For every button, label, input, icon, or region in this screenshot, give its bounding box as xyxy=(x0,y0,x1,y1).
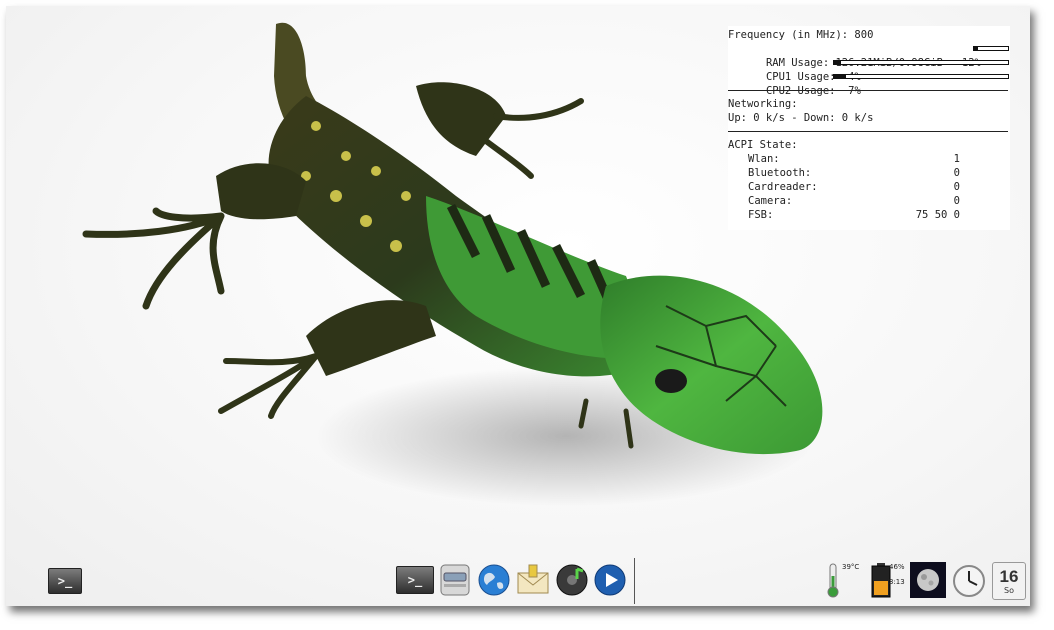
frequency-readout: Frequency (in MHz): 800 xyxy=(728,29,874,41)
acpi-row: Camera: 0 xyxy=(728,194,1010,208)
battery-applet[interactable]: 46% 3:13 xyxy=(870,562,908,600)
battery-percent-label: 46% xyxy=(889,563,905,571)
bottom-panel: >_ >_ 39°C 46% 3:13 16 So xyxy=(6,558,1030,606)
acpi-row: FSB: 75 50 0 xyxy=(728,208,1010,222)
acpi-label: FSB: xyxy=(748,209,774,221)
file-manager-launcher[interactable] xyxy=(438,562,472,598)
acpi-value: 1 xyxy=(953,153,960,165)
music-icon xyxy=(556,564,588,596)
drive-icon xyxy=(440,564,470,596)
terminal-taskbar-button[interactable]: >_ xyxy=(48,568,82,594)
acpi-row: Cardreader: 0 xyxy=(728,180,1010,194)
thermometer-icon xyxy=(827,563,839,598)
acpi-title: ACPI State: xyxy=(728,139,798,151)
cpu1-usage-row: CPU1 Usage: 4% xyxy=(728,56,1010,83)
battery-time-label: 3:13 xyxy=(889,578,905,586)
networking-readout: Up: 0 k/s - Down: 0 k/s xyxy=(728,112,874,124)
terminal-icon: >_ xyxy=(57,574,73,588)
calendar-day: 16 xyxy=(999,566,1019,586)
clock-applet[interactable] xyxy=(950,562,988,600)
divider xyxy=(728,131,1008,132)
cpu2-usage-bar xyxy=(833,74,1009,79)
play-icon xyxy=(594,564,626,596)
acpi-label: Bluetooth: xyxy=(748,167,812,179)
mail-launcher[interactable] xyxy=(514,562,552,598)
cpu2-usage-row: CPU2 Usage: 7% xyxy=(728,70,1010,97)
acpi-value: 0 xyxy=(953,167,960,179)
acpi-row: Wlan: 1 xyxy=(728,152,1010,166)
music-player-launcher[interactable] xyxy=(554,562,590,598)
acpi-value: 0 xyxy=(953,181,960,193)
moon-icon xyxy=(917,569,939,591)
ram-usage-bar xyxy=(973,46,1009,51)
panel-separator xyxy=(634,558,635,604)
cpu1-usage-bar xyxy=(833,60,1009,65)
acpi-label: Camera: xyxy=(748,195,793,207)
acpi-value: 0 xyxy=(953,195,960,207)
terminal-icon: >_ xyxy=(407,573,423,587)
conky-system-monitor: Frequency (in MHz): 800 RAM Usage: 126.2… xyxy=(728,26,1010,230)
temperature-applet[interactable]: 39°C xyxy=(826,562,866,600)
temperature-label: 39°C xyxy=(842,563,860,571)
desktop: Frequency (in MHz): 800 RAM Usage: 126.2… xyxy=(6,6,1030,606)
web-browser-launcher[interactable] xyxy=(476,562,512,598)
globe-icon xyxy=(478,564,510,596)
terminal-launcher[interactable]: >_ xyxy=(396,566,434,594)
moon-phase-applet[interactable] xyxy=(910,562,946,598)
acpi-value: 75 50 0 xyxy=(915,209,960,221)
networking-title: Networking: xyxy=(728,98,798,110)
calendar-weekday: So xyxy=(1004,585,1014,595)
clock-icon xyxy=(953,565,985,597)
mail-icon xyxy=(517,564,549,594)
acpi-label: Cardreader: xyxy=(748,181,818,193)
calendar-applet[interactable]: 16 So xyxy=(992,562,1026,600)
ram-usage-row: RAM Usage: 126.21MiB/0.98GiB - 12% xyxy=(728,42,1010,69)
acpi-label: Wlan: xyxy=(748,153,780,165)
cpu2-usage-text: CPU2 Usage: 7% xyxy=(765,85,861,97)
acpi-row: Bluetooth: 0 xyxy=(728,166,1010,180)
media-player-launcher[interactable] xyxy=(592,562,628,598)
